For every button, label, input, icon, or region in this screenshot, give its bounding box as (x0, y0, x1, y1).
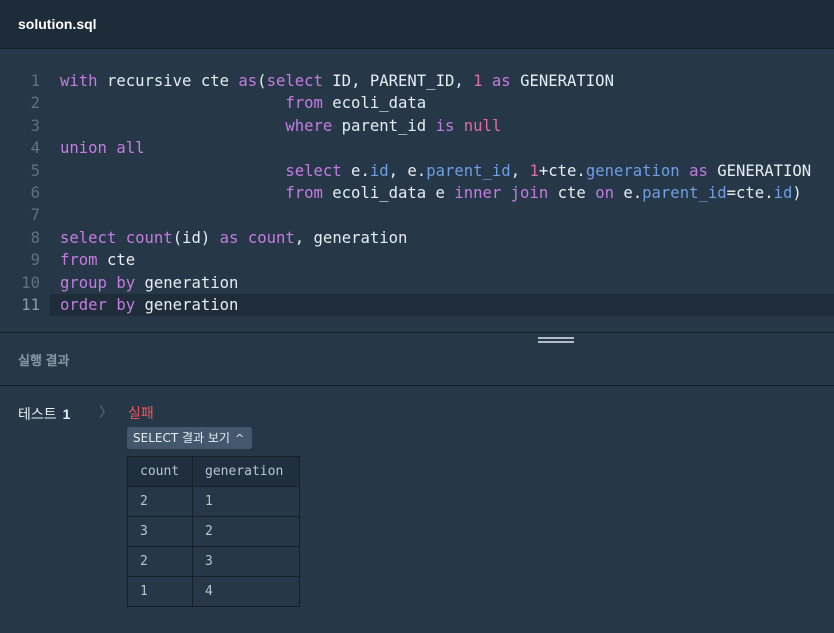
code-line[interactable]: 8 select count(id) as count, generation (0, 227, 834, 249)
line-number: 4 (30, 139, 40, 158)
table-cell: 3 (127, 516, 193, 547)
test-label-text: 테스트 (18, 406, 57, 422)
code-line[interactable]: 4 union all (0, 137, 834, 159)
line-number: 8 (30, 228, 40, 247)
table-cell: 1 (192, 486, 300, 517)
table-row: 2 3 (127, 546, 300, 577)
table-cell: 3 (192, 546, 300, 577)
line-number: 10 (21, 273, 40, 292)
code-text[interactable]: select count(id) as count, generation (60, 227, 407, 249)
test-case-label: 테스트 1 (18, 404, 70, 424)
line-number: 3 (30, 116, 40, 135)
code-line[interactable]: 7 (0, 204, 834, 226)
column-header: generation (192, 456, 300, 487)
code-text[interactable]: group by generation (60, 272, 238, 294)
results-title: 실행 결과 (18, 353, 70, 368)
code-line[interactable]: 11 order by generation (21, 293, 834, 317)
editor-tab-bar: solution.sql (0, 0, 834, 49)
table-row: 1 4 (127, 576, 300, 607)
code-text[interactable]: union all (60, 137, 145, 159)
chevron-up-icon: ^ (234, 432, 245, 445)
code-line[interactable]: 2 from ecoli_data (0, 92, 834, 114)
code-line[interactable]: 6 from ecoli_data e inner join cte on e.… (0, 182, 834, 204)
table-cell: 1 (127, 576, 193, 607)
code-text[interactable]: from cte (60, 249, 135, 271)
line-number: 5 (30, 161, 40, 180)
results-panel-header: 실행 결과 (0, 333, 834, 386)
code-text[interactable]: from ecoli_data e inner join cte on e.pa… (60, 182, 801, 204)
code-line[interactable]: 9 from cte (0, 249, 834, 271)
code-text[interactable]: where parent_id is null (60, 115, 501, 137)
line-number: 11 (21, 295, 40, 314)
file-tab[interactable]: solution.sql (18, 16, 97, 32)
table-row: 3 2 (127, 516, 300, 547)
line-number: 1 (30, 72, 40, 90)
test-status-fail: 실패 (128, 405, 154, 421)
table-row: 2 1 (127, 486, 300, 517)
table-cell: 2 (127, 546, 193, 577)
code-line[interactable]: 5 select e.id, e.parent_id, 1+cte.genera… (0, 160, 834, 182)
chevron-right-icon: 〉 (99, 404, 113, 420)
code-text[interactable]: select e.id, e.parent_id, 1+cte.generati… (60, 160, 811, 182)
code-text[interactable]: with recursive cte as(select ID, PARENT_… (60, 70, 614, 92)
code-line[interactable]: 3 where parent_id is null (0, 115, 834, 137)
resize-handle-icon[interactable] (538, 337, 574, 345)
table-cell: 4 (192, 576, 300, 607)
code-text[interactable]: order by generation (60, 294, 238, 316)
code-line[interactable]: 10 group by generation (0, 272, 834, 294)
column-header: count (127, 456, 193, 487)
toggle-select-result-button[interactable]: SELECT 결과 보기 ^ (127, 427, 253, 449)
line-number: 9 (30, 251, 40, 270)
results-panel: 테스트 1 〉 실패 SELECT 결과 보기 ^ count generation… (0, 386, 834, 632)
table-cell: 2 (127, 486, 193, 517)
result-table: count generation 2 1 3 2 2 3 1 4 (127, 456, 300, 607)
code-line[interactable]: 1 with recursive cte as(select ID, PARENT… (0, 70, 834, 92)
toggle-label: SELECT 결과 보기 (133, 431, 230, 445)
table-cell: 2 (192, 516, 300, 547)
line-number: 7 (30, 206, 40, 225)
line-number: 2 (30, 94, 40, 113)
test-number: 1 (62, 406, 71, 422)
code-editor[interactable]: 1 with recursive cte as(select ID, PARENT… (0, 49, 834, 333)
line-number: 6 (30, 183, 40, 202)
code-text[interactable]: from ecoli_data (60, 92, 426, 114)
